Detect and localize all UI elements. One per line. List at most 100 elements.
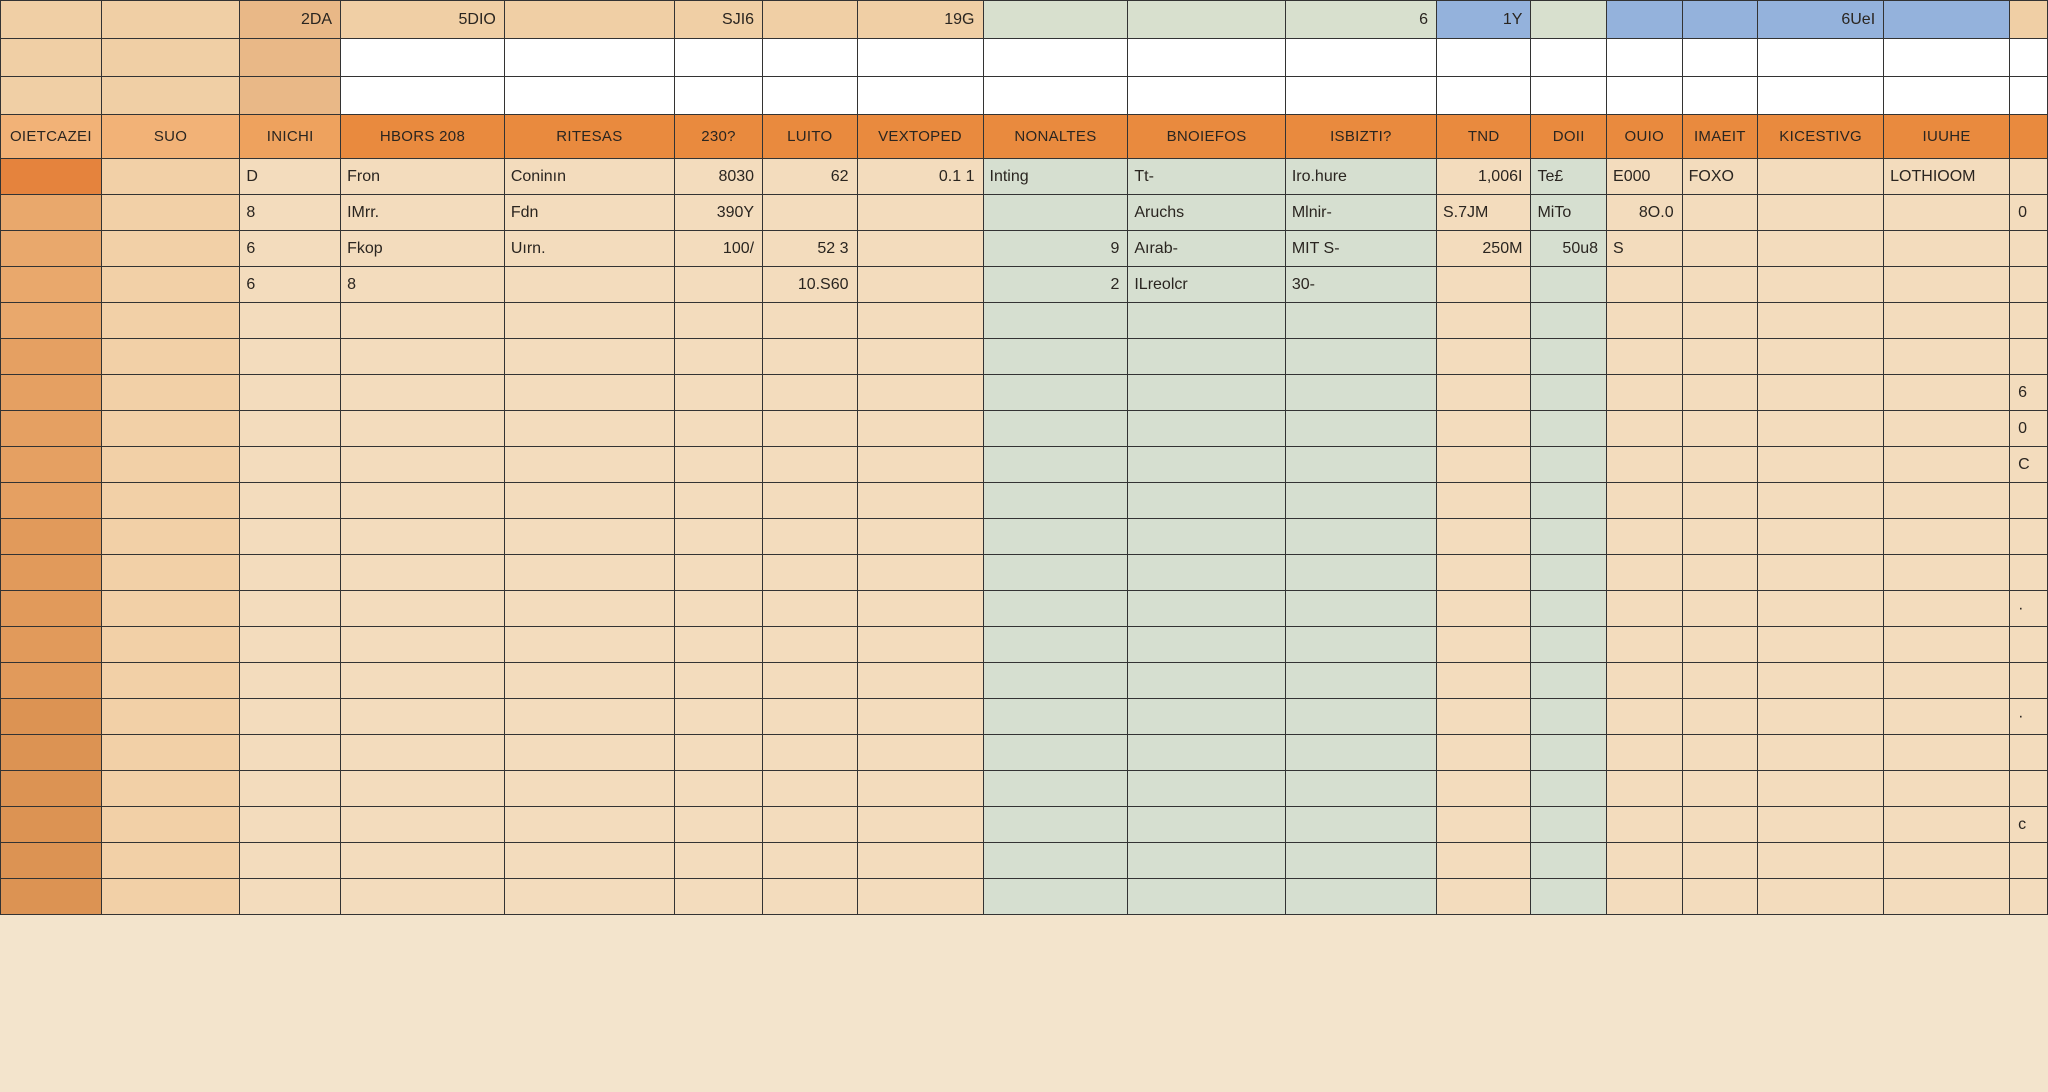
cell[interactable] — [1, 375, 102, 411]
cell[interactable] — [857, 555, 983, 591]
spreadsheet-grid[interactable]: 2DA5DIOSJI619G61Y6UeIOIETCAZEISUOINICHIH… — [0, 0, 2048, 915]
cell[interactable]: · — [2010, 591, 2048, 627]
cell[interactable] — [504, 339, 674, 375]
cell[interactable] — [2010, 1, 2048, 39]
cell[interactable] — [1, 519, 102, 555]
cell[interactable] — [1285, 771, 1436, 807]
cell[interactable] — [763, 591, 857, 627]
column-header[interactable]: 230? — [674, 115, 762, 159]
cell[interactable]: E000 — [1607, 159, 1683, 195]
cell[interactable] — [1531, 555, 1607, 591]
cell[interactable] — [763, 483, 857, 519]
cell[interactable]: 100/ — [674, 231, 762, 267]
cell[interactable]: 2 — [983, 267, 1128, 303]
cell[interactable] — [1758, 555, 1884, 591]
cell[interactable] — [341, 843, 505, 879]
cell[interactable]: 6UeI — [1758, 1, 1884, 39]
cell[interactable] — [1758, 843, 1884, 879]
cell[interactable] — [1285, 627, 1436, 663]
cell[interactable] — [1758, 627, 1884, 663]
cell[interactable] — [1128, 627, 1285, 663]
cell[interactable] — [1607, 483, 1683, 519]
cell[interactable] — [2010, 843, 2048, 879]
cell[interactable] — [504, 627, 674, 663]
cell[interactable] — [2010, 555, 2048, 591]
cell[interactable] — [674, 483, 762, 519]
cell[interactable] — [1884, 39, 2010, 77]
cell[interactable] — [240, 735, 341, 771]
cell[interactable] — [1607, 699, 1683, 735]
cell[interactable] — [1682, 231, 1758, 267]
cell[interactable] — [1, 195, 102, 231]
cell[interactable] — [101, 39, 240, 77]
cell[interactable] — [240, 483, 341, 519]
cell[interactable] — [101, 807, 240, 843]
cell[interactable] — [2010, 267, 2048, 303]
cell[interactable] — [1531, 375, 1607, 411]
cell[interactable] — [101, 411, 240, 447]
cell[interactable]: D — [240, 159, 341, 195]
cell[interactable] — [1285, 77, 1436, 115]
cell[interactable] — [240, 663, 341, 699]
cell[interactable] — [1285, 735, 1436, 771]
cell[interactable]: 0 — [2010, 195, 2048, 231]
cell[interactable] — [1128, 339, 1285, 375]
cell[interactable] — [674, 843, 762, 879]
cell[interactable]: 50u8 — [1531, 231, 1607, 267]
cell[interactable] — [1436, 771, 1530, 807]
cell[interactable] — [1884, 627, 2010, 663]
cell[interactable] — [1884, 735, 2010, 771]
cell[interactable]: 62 — [763, 159, 857, 195]
cell[interactable] — [1607, 663, 1683, 699]
cell[interactable]: FOXO — [1682, 159, 1758, 195]
cell[interactable] — [2010, 339, 2048, 375]
cell[interactable] — [763, 195, 857, 231]
column-header[interactable]: NONALTES — [983, 115, 1128, 159]
cell[interactable] — [983, 735, 1128, 771]
cell[interactable] — [240, 411, 341, 447]
cell[interactable] — [504, 39, 674, 77]
cell[interactable] — [857, 879, 983, 915]
cell[interactable] — [983, 771, 1128, 807]
cell[interactable]: 8030 — [674, 159, 762, 195]
cell[interactable] — [1128, 447, 1285, 483]
cell[interactable] — [1, 339, 102, 375]
cell[interactable] — [857, 303, 983, 339]
column-header[interactable]: OUIO — [1607, 115, 1683, 159]
cell[interactable] — [1884, 231, 2010, 267]
cell[interactable] — [1884, 699, 2010, 735]
cell[interactable] — [504, 447, 674, 483]
cell[interactable] — [1682, 771, 1758, 807]
cell[interactable] — [1682, 411, 1758, 447]
cell[interactable] — [341, 411, 505, 447]
cell[interactable] — [504, 1, 674, 39]
cell[interactable]: 5DIO — [341, 1, 505, 39]
cell[interactable] — [101, 1, 240, 39]
cell[interactable]: 6 — [2010, 375, 2048, 411]
cell[interactable] — [857, 771, 983, 807]
cell[interactable] — [341, 735, 505, 771]
cell[interactable]: S.7JM — [1436, 195, 1530, 231]
cell[interactable] — [504, 879, 674, 915]
cell[interactable] — [1607, 39, 1683, 77]
cell[interactable] — [1531, 843, 1607, 879]
cell[interactable] — [101, 663, 240, 699]
column-header[interactable]: LUITO — [763, 115, 857, 159]
cell[interactable] — [1607, 447, 1683, 483]
cell[interactable] — [504, 267, 674, 303]
cell[interactable] — [1682, 447, 1758, 483]
cell[interactable] — [101, 627, 240, 663]
cell[interactable] — [341, 77, 505, 115]
cell[interactable] — [101, 699, 240, 735]
cell[interactable] — [101, 771, 240, 807]
cell[interactable] — [1682, 807, 1758, 843]
cell[interactable] — [1884, 303, 2010, 339]
cell[interactable] — [857, 39, 983, 77]
cell[interactable] — [101, 879, 240, 915]
cell[interactable] — [1607, 1, 1683, 39]
cell[interactable]: Iro.hure — [1285, 159, 1436, 195]
column-header[interactable]: IMAEIT — [1682, 115, 1758, 159]
cell[interactable] — [101, 267, 240, 303]
cell[interactable] — [1531, 519, 1607, 555]
cell[interactable] — [1, 77, 102, 115]
